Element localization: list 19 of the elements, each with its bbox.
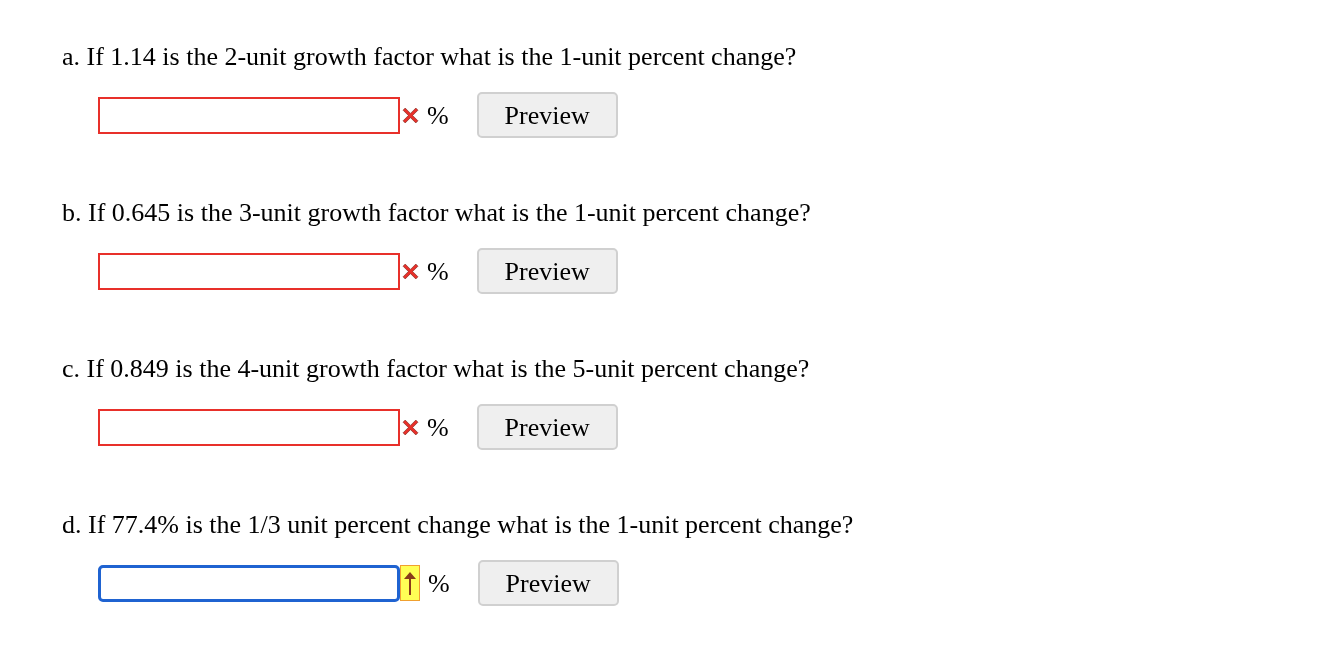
cross-icon [402, 262, 419, 280]
preview-button[interactable]: Preview [476, 92, 618, 138]
preview-button[interactable]: Preview [476, 248, 618, 294]
cross-icon [402, 418, 419, 436]
unit-label: % [427, 255, 449, 288]
question-text: b. If 0.645 is the 3-unit growth factor what is the 1-unit percent change? [62, 197, 811, 229]
preview-button[interactable]: Preview [477, 560, 619, 606]
question-text: a. If 1.14 is the 2-unit growth factor what is the 1-unit percent change? [62, 41, 797, 73]
cross-icon [402, 106, 419, 124]
answer-field[interactable] [98, 408, 400, 446]
question-text: c. If 0.849 is the 4-unit growth factor what is the 5-unit percent change? [62, 353, 810, 385]
unit-label: % [428, 567, 450, 600]
answer-field[interactable] [98, 564, 400, 602]
answer-field[interactable] [98, 96, 400, 134]
unit-label: % [427, 99, 449, 132]
answer-field[interactable] [98, 252, 400, 290]
question-text: d. If 77.4% is the 1/3 unit percent change what is the 1-unit percent change? [62, 509, 854, 541]
unit-label: % [427, 411, 449, 444]
preview-button[interactable]: Preview [476, 404, 618, 450]
